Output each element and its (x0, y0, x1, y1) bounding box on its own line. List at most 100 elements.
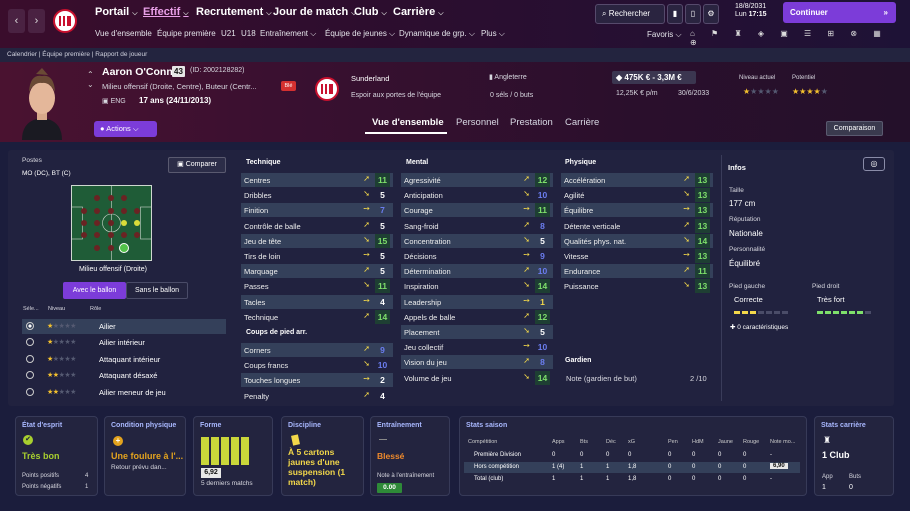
mental-attr-row[interactable]: Courage ➙ 11 (401, 203, 553, 218)
season-row[interactable]: Première Division 0 0 0 0 0 0 0 0 - (464, 450, 800, 461)
card-season-stats[interactable]: Stats saison Compétition Apps Bts Déc xG Pen H… (459, 416, 807, 496)
setpiece-attr-row[interactable]: Touches longues ➙ 2 (241, 373, 393, 388)
card-discipline[interactable]: Discipline À 5 cartons jaunes d'une susp… (281, 416, 364, 496)
mental-attr-row[interactable]: Décisions ➙ 9 (401, 249, 553, 263)
compare-button[interactable]: ▣ Comparer (168, 157, 226, 173)
physique-attr-row[interactable]: Puissance ➘ 13 (561, 279, 713, 294)
menu-effectif[interactable]: Effectif ⌵ (143, 6, 189, 18)
role-radio[interactable] (26, 338, 34, 347)
card-form[interactable]: Forme 6,92 5 derniers matchs (193, 416, 273, 496)
club-crest-icon[interactable] (52, 7, 78, 37)
mental-attr-row[interactable]: Leadership ➙ 1 (401, 294, 553, 309)
role-radio[interactable] (26, 354, 34, 363)
season-header[interactable]: Apps (552, 439, 565, 445)
mental-attr-row[interactable]: Jeu collectif ➙ 10 (401, 340, 553, 354)
tab-performance[interactable]: Prestation (510, 117, 553, 128)
menu-recrutement[interactable]: Recrutement ⌵ (196, 6, 272, 18)
submenu-vue-ensemble[interactable]: Vue d'ensemble (95, 29, 152, 38)
physique-attr-row[interactable]: Agilité ➘ 13 (561, 188, 713, 203)
card-condition[interactable]: Condition physique + Une foulure à l'...… (104, 416, 186, 496)
comparison-button[interactable]: Comparaison (826, 121, 883, 136)
technique-attr-row[interactable]: Tirs de loin ➙ 5 (241, 249, 393, 263)
gear-icon[interactable]: ⚙ (703, 4, 719, 24)
notebook-icon[interactable]: ▮ (667, 4, 683, 24)
mental-attr-row[interactable]: Volume de jeu ➘ 14 (401, 370, 553, 385)
technique-attr-row[interactable]: Jeu de tête ➘ 15 (241, 233, 393, 248)
mental-attr-row[interactable]: Sang-froid ➚ 8 (401, 219, 553, 233)
mental-attr-row[interactable]: Anticipation ➘ 10 (401, 188, 553, 202)
mental-attr-row[interactable]: Détermination ➚ 10 (401, 264, 553, 279)
submenu-plus[interactable]: Plus ⌵ (481, 29, 505, 39)
tab-career[interactable]: Carrière (565, 117, 599, 128)
setpiece-attr-row[interactable]: Corners ➚ 9 (241, 343, 393, 357)
physique-attr-row[interactable]: Équilibre ➙ 13 (561, 203, 713, 218)
role-radio[interactable] (26, 387, 34, 396)
role-row[interactable]: ★★★★★ Ailier meneur de jeu (22, 385, 226, 400)
card-career-stats[interactable]: Stats carrière ♜ 1 Club App 1 Buts 0 (814, 416, 894, 496)
selected-position-dot[interactable] (119, 243, 129, 253)
mental-attr-row[interactable]: Agressivité ➚ 12 (401, 173, 553, 187)
submenu-equipe-jeunes[interactable]: Équipe de jeunes ⌵ (325, 29, 395, 39)
physique-attr-row[interactable]: Accélération ➚ 13 (561, 173, 713, 187)
setpiece-attr-row[interactable]: Penalty ➚ 4 (241, 389, 393, 403)
injury-badge[interactable]: Blé (281, 81, 296, 91)
technique-attr-row[interactable]: Contrôle de balle ➚ 5 (241, 219, 393, 233)
season-header[interactable]: Compétition (468, 439, 497, 445)
country[interactable]: ▮ Angleterre (489, 73, 527, 81)
forward-icon[interactable]: › (28, 9, 45, 33)
technique-attr-row[interactable]: Finition ➙ 7 (241, 203, 393, 218)
menu-carriere[interactable]: Carrière ⌵ (393, 6, 444, 18)
menu-jour-de-match[interactable]: Jour de match ⌵ (273, 6, 357, 18)
season-row[interactable]: Total (club) 1 1 1 1,8 0 0 0 0 - (464, 474, 800, 485)
technique-attr-row[interactable]: Technique ➚ 14 (241, 309, 393, 324)
back-icon[interactable]: ‹ (8, 9, 25, 33)
continue-button[interactable]: Continuer» (783, 2, 896, 23)
menu-club[interactable]: Club ⌵ (354, 6, 387, 18)
mental-attr-row[interactable]: Inspiration ➘ 14 (401, 279, 553, 294)
role-row[interactable]: ★★★★★ Attaquant désaxé (22, 368, 226, 383)
info-profile-icon[interactable]: ◎ (863, 157, 885, 171)
date-display[interactable]: 18/8/2031 Lun 17:15 (735, 3, 773, 19)
technique-attr-row[interactable]: Centres ➚ 11 (241, 173, 393, 187)
season-header[interactable]: Pen (668, 439, 678, 445)
favorites-menu[interactable]: Favoris ⌵ (647, 30, 682, 40)
season-header[interactable]: Bts (580, 439, 588, 445)
mental-attr-row[interactable]: Concentration ➘ 5 (401, 233, 553, 248)
season-header[interactable]: Déc (606, 439, 616, 445)
role-row[interactable]: ★★★★★ Ailier (22, 319, 226, 334)
mental-attr-row[interactable]: Vision du jeu ➚ 8 (401, 355, 553, 370)
season-header[interactable]: Jaune (718, 439, 733, 445)
physique-attr-row[interactable]: Endurance ➚ 11 (561, 264, 713, 279)
menu-portail[interactable]: Portail ⌵ (95, 6, 138, 18)
technique-attr-row[interactable]: Dribbles ➘ 5 (241, 188, 393, 202)
tab-overview[interactable]: Vue d'ensemble (372, 117, 444, 128)
pitch[interactable] (71, 185, 152, 261)
role-row[interactable]: ★★★★★ Ailier intérieur (22, 335, 226, 350)
traits-link[interactable]: ✚ 0 caractéristiques (730, 323, 788, 331)
technique-attr-row[interactable]: Passes ➘ 11 (241, 279, 393, 294)
quick-icons[interactable]: ⌂ ⚑ ♜ ◈ ▣ ☰ ⊞ ⊗ ▦ ⊕ (690, 29, 910, 47)
season-header[interactable]: Note mo... (770, 439, 795, 445)
mental-attr-row[interactable]: Appels de balle ➚ 12 (401, 309, 553, 324)
role-radio[interactable] (26, 322, 34, 330)
card-mood[interactable]: État d'esprit ✔ Très bon Points positifs… (15, 416, 98, 496)
physique-attr-row[interactable]: Qualités phys. nat. ➘ 14 (561, 233, 713, 248)
role-row[interactable]: ★★★★★ Attaquant intérieur (22, 352, 226, 367)
tab-personal[interactable]: Personnel (456, 117, 499, 128)
without-ball-toggle[interactable]: Sans le ballon (126, 282, 188, 299)
setpiece-attr-row[interactable]: Coups francs ➘ 10 (241, 358, 393, 372)
reorder-arrows-icon[interactable]: ⌃ ⌄ (87, 70, 94, 90)
season-header[interactable]: HdM (692, 439, 704, 445)
actions-button[interactable]: ● Actions ⌵ (94, 121, 157, 137)
submenu-u18[interactable]: U18 (241, 29, 256, 38)
season-row[interactable]: Hors compétition 1 (4) 1 1 1,8 0 0 0 0 6,90 (464, 462, 800, 473)
submenu-entrainement[interactable]: Entraînement ⌵ (260, 29, 316, 39)
physique-attr-row[interactable]: Détente verticale ➚ 13 (561, 218, 713, 233)
device-icon[interactable]: ▯ (685, 4, 701, 24)
season-header[interactable]: Rouge (743, 439, 759, 445)
technique-attr-row[interactable]: Marquage ➚ 5 (241, 264, 393, 279)
search-button[interactable]: ⌕ Rechercher (595, 4, 665, 24)
physique-attr-row[interactable]: Vitesse ➙ 13 (561, 249, 713, 263)
club-crest-icon[interactable] (314, 76, 340, 102)
breadcrumb[interactable]: Calendrier | Équipe première | Rapport d… (0, 48, 910, 62)
